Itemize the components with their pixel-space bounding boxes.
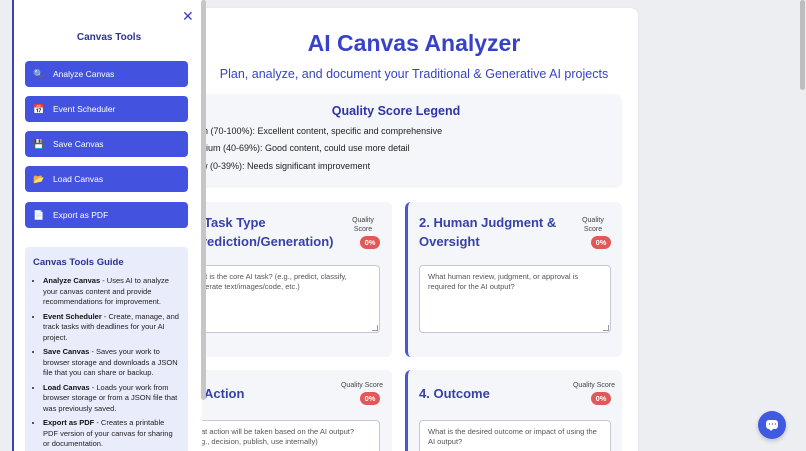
section-title: Action <box>204 386 245 401</box>
app-subtitle: Plan, analyze, and document your Traditi… <box>219 67 609 81</box>
quality-score-label: Quality Score <box>352 217 374 233</box>
chat-icon <box>766 420 778 431</box>
section-outcome: 4. Outcome Quality Score 0% What is the … <box>405 370 622 451</box>
list-item: Save Canvas - Saves your work to browser… <box>43 347 180 379</box>
canvas-tools-sidebar: ✕ Canvas Tools 🔍 Analyze Canvas 📅 Event … <box>12 0 202 451</box>
section-human-judgment: 2. Human Judgment & Oversight Quality Sc… <box>405 202 622 357</box>
export-pdf-button[interactable]: 📄 Export as PDF <box>25 202 188 228</box>
button-label: Event Scheduler <box>53 104 116 114</box>
magnifier-icon: 🔍 <box>33 69 45 79</box>
section-task-type: Task Type rediction/Generation) Quality … <box>196 202 392 357</box>
event-scheduler-button[interactable]: 📅 Event Scheduler <box>25 96 188 122</box>
analyze-canvas-button[interactable]: 🔍 Analyze Canvas <box>25 61 188 87</box>
folder-icon: 📂 <box>33 174 45 184</box>
close-icon[interactable]: ✕ <box>182 8 194 25</box>
canvas-tools-guide: Canvas Tools Guide Analyze Canvas - Uses… <box>25 247 188 451</box>
action-input[interactable]: at action will be taken based on the AI … <box>196 420 380 451</box>
app-title: AI Canvas Analyzer <box>307 30 521 56</box>
button-label: Export as PDF <box>53 210 109 220</box>
quality-score-label: Quality Score <box>340 382 384 389</box>
button-label: Save Canvas <box>53 139 104 149</box>
button-label: Load Canvas <box>53 174 104 184</box>
legend-title: Quality Score Legend <box>331 104 461 118</box>
resize-handle-icon[interactable] <box>372 325 378 331</box>
quality-score-badge: 0% <box>360 392 380 405</box>
calendar-icon: 📅 <box>33 104 45 114</box>
quality-score-label: Quality Score <box>582 217 604 233</box>
save-canvas-button[interactable]: 💾 Save Canvas <box>25 131 188 157</box>
list-item: Analyze Canvas - Uses AI to analyze your… <box>43 276 180 308</box>
sidebar-title: Canvas Tools <box>76 32 142 43</box>
chat-button[interactable] <box>758 411 786 439</box>
outcome-input[interactable]: What is the desired outcome or impact of… <box>419 420 611 451</box>
section-action: Action Quality Score 0% at action will b… <box>196 370 392 451</box>
guide-title: Canvas Tools Guide <box>33 257 124 268</box>
legend-item-medium: edium (40-69%): Good content, could use … <box>196 143 410 153</box>
document-icon: 📄 <box>33 210 45 220</box>
section-title-line2: rediction/Generation) <box>202 234 334 249</box>
quality-score-legend: Quality Score Legend igh (70-100%): Exce… <box>196 94 621 186</box>
quality-score-badge: 0% <box>591 392 611 405</box>
button-label: Analyze Canvas <box>53 69 115 79</box>
quality-score-label: Quality Score <box>572 382 616 389</box>
list-item: Export as PDF - Creates a printable PDF … <box>43 418 180 450</box>
legend-item-high: igh (70-100%): Excellent content, specif… <box>196 126 443 136</box>
list-item: Load Canvas - Loads your work from brows… <box>43 383 180 415</box>
section-title: 4. Outcome <box>419 386 490 401</box>
section-title: 2. Human Judgment & <box>419 215 557 230</box>
sidebar-scrollbar[interactable] <box>201 0 206 400</box>
resize-handle-icon[interactable] <box>603 325 609 331</box>
floppy-disk-icon: 💾 <box>33 139 45 149</box>
quality-score-badge: 0% <box>360 236 380 249</box>
section-title: Task Type <box>204 215 266 230</box>
section-title-line2: Oversight <box>419 234 480 249</box>
list-item: Event Scheduler - Create, manage, and tr… <box>43 312 180 344</box>
human-judgment-input[interactable]: What human review, judgment, or approval… <box>419 265 611 333</box>
load-canvas-button[interactable]: 📂 Load Canvas <box>25 166 188 192</box>
legend-item-low: ow (0-39%): Needs significant improvemen… <box>196 161 371 171</box>
task-type-input[interactable]: at is the core AI task? (e.g., predict, … <box>196 265 380 333</box>
page-scrollbar[interactable] <box>800 0 805 90</box>
quality-score-badge: 0% <box>591 236 611 249</box>
